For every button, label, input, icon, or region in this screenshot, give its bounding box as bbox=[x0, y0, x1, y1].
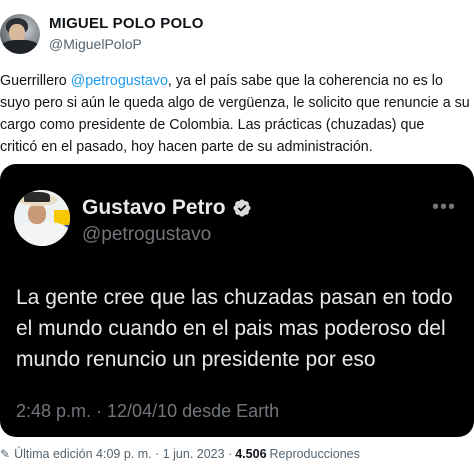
embedded-line-1: La gente cree que las chuzadas pasan en … bbox=[16, 286, 453, 309]
views-label: Reproducciones bbox=[269, 447, 360, 461]
edited-label[interactable]: Última edición 4:09 p. m. · 1 jun. 2023 … bbox=[14, 447, 232, 461]
avatar-face bbox=[28, 204, 46, 224]
tweet-line-1-prefix: Guerrillero bbox=[0, 73, 71, 89]
tweet-footer: ✎ Última edición 4:09 p. m. · 1 jun. 202… bbox=[0, 447, 360, 461]
author-names: MIGUEL POLO POLO @MiguelPoloP bbox=[49, 15, 204, 53]
avatar-suit bbox=[0, 40, 40, 54]
embedded-handle: @petrogustavo bbox=[82, 224, 212, 245]
ellipsis-icon: ••• bbox=[431, 196, 456, 218]
embedded-display-name: Gustavo Petro bbox=[82, 196, 226, 219]
tweet-line-4: criticó en el pasado, hoy hacen parte de… bbox=[0, 139, 373, 155]
tweet-screenshot: MIGUEL POLO POLO @MiguelPoloP Guerriller… bbox=[0, 0, 474, 474]
tweet-header: MIGUEL POLO POLO @MiguelPoloP bbox=[0, 14, 204, 54]
embedded-name-row: Gustavo Petro bbox=[82, 196, 252, 220]
mention-link[interactable]: @petrogustavo bbox=[71, 73, 168, 89]
pencil-icon: ✎ bbox=[0, 447, 11, 461]
avatar-hat-top bbox=[24, 192, 50, 202]
tweet-line-1-suffix: , ya el país sabe que la coherencia no e… bbox=[167, 73, 443, 89]
embedded-tweet-image[interactable]: Gustavo Petro @petrogustavo ••• La gente… bbox=[0, 164, 474, 437]
tweet-text: Guerrillero @petrogustavo, ya el país sa… bbox=[0, 70, 474, 158]
avatar-shirt bbox=[14, 222, 70, 246]
views-count: 4.506 bbox=[235, 447, 267, 461]
embedded-line-3: mundo renuncio un presidente por eso bbox=[16, 348, 376, 371]
embedded-timestamp: 2:48 p.m. · 12/04/10 desde Earth bbox=[16, 401, 280, 421]
verified-badge-icon bbox=[233, 199, 251, 217]
author-handle[interactable]: @MiguelPoloP bbox=[49, 35, 204, 53]
embedded-line-2: el mundo cuando en el pais mas poderoso … bbox=[16, 317, 446, 340]
tweet-line-3: cargo como presidente de Colombia. Las p… bbox=[0, 117, 425, 133]
author-display-name[interactable]: MIGUEL POLO POLO bbox=[49, 15, 204, 33]
tweet-line-2: suyo pero si aún le queda algo de vergüe… bbox=[0, 95, 470, 111]
author-avatar[interactable] bbox=[0, 14, 40, 54]
embedded-text: La gente cree que las chuzadas pasan en … bbox=[16, 282, 474, 375]
tweet-line-1: Guerrillero @petrogustavo, ya el país sa… bbox=[0, 70, 474, 92]
embedded-avatar bbox=[14, 190, 70, 246]
